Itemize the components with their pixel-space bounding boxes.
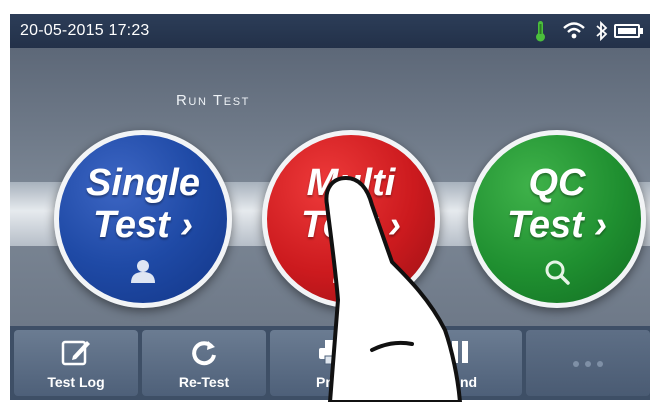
person-icon (59, 259, 227, 288)
run-test-panel: Run Test Single Test › Multi Test › QC T… (10, 48, 650, 326)
chevron-right-icon: › (180, 204, 193, 246)
magnifier-icon (473, 259, 641, 290)
edit-icon (14, 338, 138, 371)
re-test-button[interactable]: Re-Test (142, 330, 266, 396)
bluetooth-icon (595, 19, 609, 48)
chevron-right-icon: › (388, 204, 401, 246)
multi-test-line2: Test › (301, 204, 401, 246)
bottom-toolbar: Test Log Re-Test Print Send (10, 326, 650, 400)
thermometer-icon (533, 19, 547, 48)
people-icon (267, 259, 435, 288)
qc-test-line2: Test › (507, 204, 607, 246)
date-time: 20-05-2015 17:23 (20, 22, 150, 39)
device-screen: 20-05-2015 17:23 Run Test Single Test › … (10, 14, 650, 400)
wifi-icon (562, 19, 586, 48)
re-test-label: Re-Test (178, 374, 230, 390)
send-button[interactable]: Send (398, 330, 522, 396)
single-test-button[interactable]: Single Test › (54, 130, 232, 308)
more-button[interactable] (526, 330, 650, 396)
send-icon (398, 338, 522, 371)
test-log-label: Test Log (47, 374, 105, 390)
qc-test-button[interactable]: QC Test › (468, 130, 646, 308)
print-label: Print (316, 374, 348, 390)
single-test-line2: Test › (93, 204, 193, 246)
battery-icon (614, 19, 644, 48)
single-test-line1: Single (85, 162, 201, 204)
print-button[interactable]: Print (270, 330, 394, 396)
chevron-right-icon: › (594, 204, 607, 246)
qc-test-line1: QC (528, 162, 586, 204)
printer-icon (270, 338, 394, 371)
refresh-icon (142, 338, 266, 373)
send-label: Send (442, 374, 478, 390)
test-log-button[interactable]: Test Log (14, 330, 138, 396)
multi-test-button[interactable]: Multi Test › (262, 130, 440, 308)
more-icon (526, 356, 650, 374)
status-bar: 20-05-2015 17:23 (10, 14, 650, 48)
section-title: Run Test (176, 92, 250, 109)
multi-test-line1: Multi (306, 162, 396, 204)
